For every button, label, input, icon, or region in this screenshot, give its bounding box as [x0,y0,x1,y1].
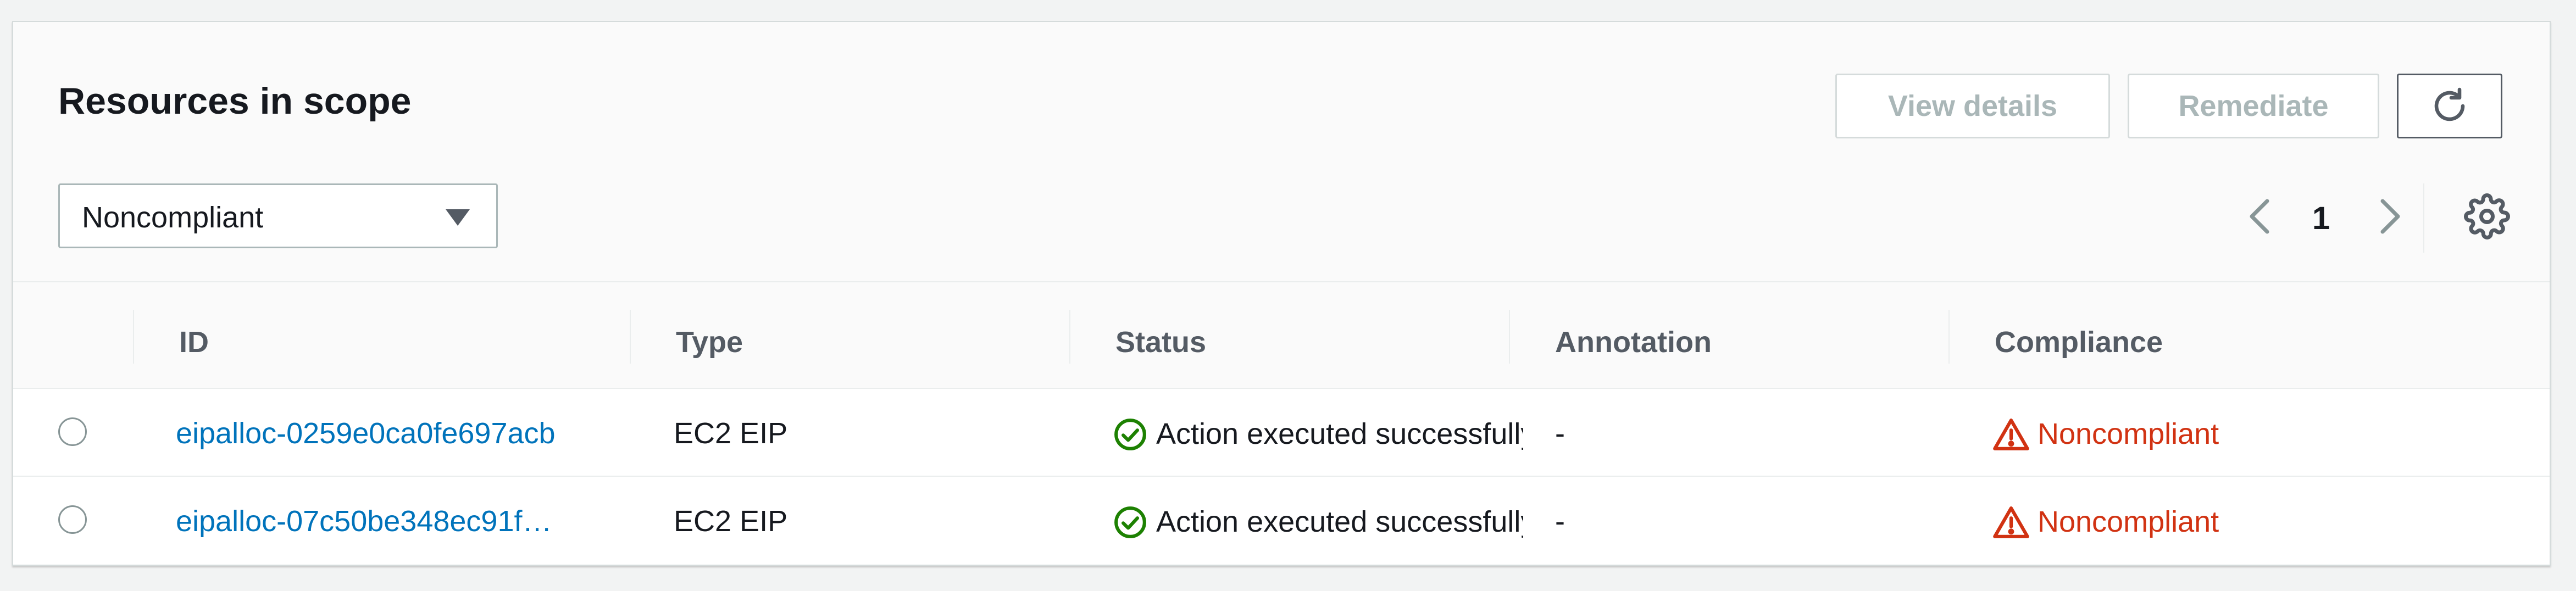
chevron-left-icon[interactable] [2243,194,2276,238]
resource-id-link[interactable]: eipalloc-0259e0ca0fe697acb [176,417,593,450]
table-row[interactable]: eipalloc-0259e0ca0fe697acb EC2 EIP Actio… [13,389,2550,477]
remediate-button[interactable]: Remediate [2128,74,2379,138]
pager-divider [2423,183,2424,253]
compliance-status-text: Noncompliant [2038,417,2219,451]
status-cell: Action executed successfully [1113,505,1523,539]
refresh-icon [2434,87,2465,121]
column-header-annotation[interactable]: Annotation [1555,325,1712,359]
column-header-id[interactable]: ID [179,325,209,359]
column-separator [1069,310,1070,364]
column-separator [1948,310,1950,364]
column-header-type[interactable]: Type [676,325,743,359]
resources-panel: Resources in scope View details Remediat… [12,21,2551,566]
row-select-radio[interactable] [58,505,87,534]
compliance-status-text: Noncompliant [2038,505,2219,539]
column-header-compliance[interactable]: Compliance [1995,325,2163,359]
status-text: Action executed successfully [1156,417,1523,451]
panel-header: Resources in scope View details Remediat… [13,22,2550,282]
caret-down-icon [446,209,470,226]
warning-icon [1993,506,2029,538]
compliance-cell: Noncompliant [1992,505,2219,539]
compliance-cell: Noncompliant [1992,417,2219,451]
warning-icon [1993,419,2029,450]
resource-type: EC2 EIP [674,505,788,538]
view-details-button[interactable]: View details [1835,74,2110,138]
row-select-radio[interactable] [58,417,87,446]
success-check-icon [1114,419,1146,450]
filter-selected-value: Noncompliant [82,201,264,234]
success-check-icon [1114,506,1146,538]
annotation-value: - [1555,417,1565,450]
status-text: Action executed successfully [1156,505,1523,539]
table-row[interactable]: eipalloc-07c50be348ec91f… EC2 EIP Action… [13,477,2550,565]
refresh-button[interactable] [2397,74,2502,138]
status-cell: Action executed successfully [1113,417,1523,451]
column-separator [133,310,134,364]
annotation-value: - [1555,505,1565,538]
column-header-status[interactable]: Status [1115,325,1206,359]
chevron-right-icon[interactable] [2374,194,2407,238]
page-number[interactable]: 1 [2312,200,2330,237]
table-header: ID Type Status Annotation Compliance [13,282,2550,389]
resource-type: EC2 EIP [674,417,788,450]
page-title: Resources in scope [58,80,412,122]
compliance-filter-select[interactable]: Noncompliant [58,183,498,248]
resource-id-link[interactable]: eipalloc-07c50be348ec91f… [176,505,593,538]
column-separator [1509,310,1510,364]
column-separator [630,310,631,364]
gear-icon[interactable] [2464,193,2510,239]
